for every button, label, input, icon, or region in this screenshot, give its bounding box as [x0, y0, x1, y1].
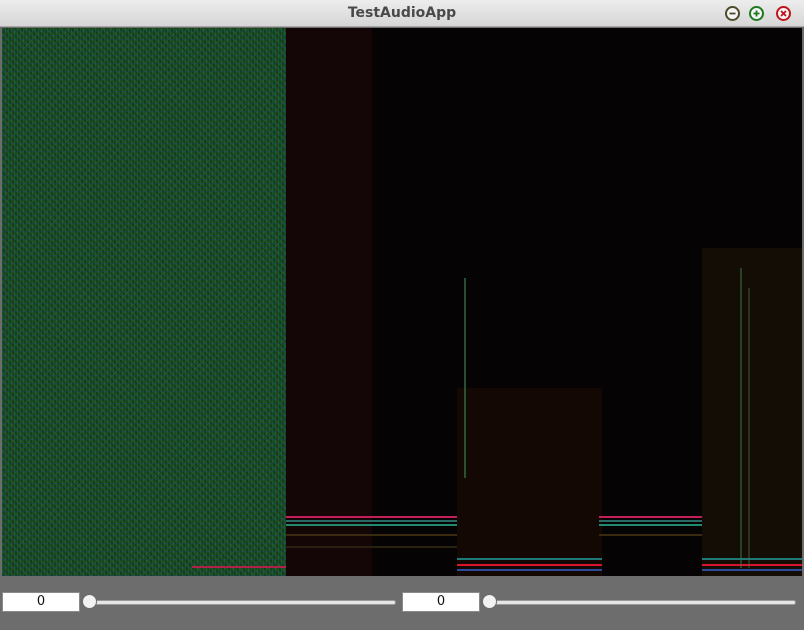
harmonic-line: [286, 534, 457, 536]
close-button[interactable]: [776, 6, 791, 21]
spectrogram-view[interactable]: [2, 28, 802, 576]
harmonic-line: [286, 524, 457, 526]
transient-streak: [464, 278, 466, 478]
right-slider-thumb[interactable]: [482, 594, 497, 609]
spectrum-tint: [702, 248, 802, 576]
harmonic-line: [702, 569, 802, 571]
close-icon: [780, 10, 787, 17]
left-slider-thumb[interactable]: [82, 594, 97, 609]
transient-streak: [740, 268, 742, 568]
control-bar: 0 0: [0, 577, 804, 630]
transient-streak: [748, 288, 750, 568]
harmonic-line: [457, 569, 602, 571]
title-bar[interactable]: TestAudioApp: [0, 0, 804, 27]
harmonic-line: [192, 566, 286, 568]
harmonic-line: [599, 524, 702, 526]
right-slider-track[interactable]: [484, 600, 796, 605]
harmonic-line: [286, 546, 457, 548]
right-value-field[interactable]: 0: [402, 592, 480, 612]
harmonic-line: [286, 520, 457, 522]
app-window: TestAudioApp 0 0: [0, 0, 804, 630]
harmonic-line: [702, 564, 802, 566]
maximize-button[interactable]: [749, 6, 764, 21]
harmonic-line: [599, 534, 702, 536]
harmonic-line: [599, 516, 702, 518]
harmonic-line: [599, 520, 702, 522]
spectrum-tint: [286, 28, 372, 576]
harmonic-line: [457, 558, 602, 560]
spectrum-tint: [457, 388, 602, 576]
harmonic-line: [286, 516, 457, 518]
minimize-icon: [729, 12, 736, 15]
left-value-field[interactable]: 0: [2, 592, 80, 612]
window-title: TestAudioApp: [347, 5, 457, 21]
noise-region: [2, 28, 286, 576]
harmonic-line: [457, 564, 602, 566]
minimize-button[interactable]: [725, 6, 740, 21]
harmonic-line: [702, 558, 802, 560]
maximize-icon: [753, 10, 760, 17]
left-slider-track[interactable]: [84, 600, 396, 605]
